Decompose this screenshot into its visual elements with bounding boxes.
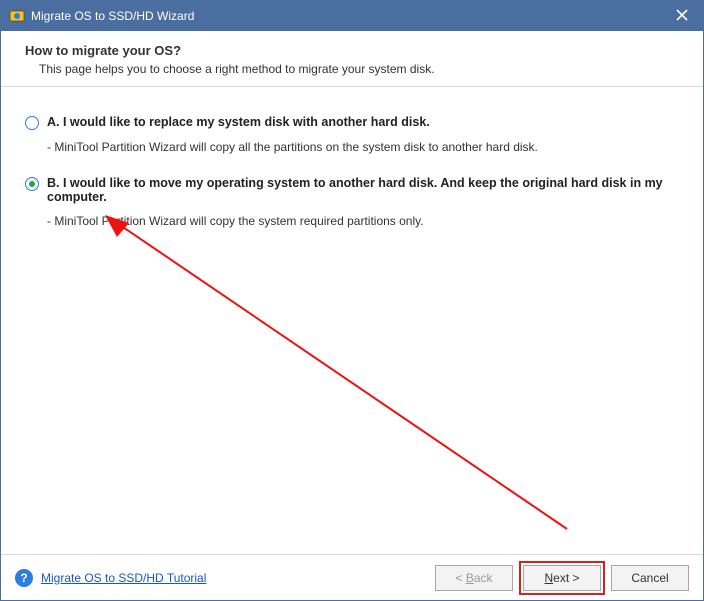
option-b-label: B. I would like to move my operating sys… — [47, 176, 679, 204]
titlebar: Migrate OS to SSD/HD Wizard — [1, 1, 703, 31]
wizard-window: Migrate OS to SSD/HD Wizard How to migra… — [0, 0, 704, 601]
cancel-button[interactable]: Cancel — [611, 565, 689, 591]
wizard-footer: ? Migrate OS to SSD/HD Tutorial < Back N… — [1, 554, 703, 600]
window-title: Migrate OS to SSD/HD Wizard — [31, 9, 669, 23]
wizard-header: How to migrate your OS? This page helps … — [1, 31, 703, 87]
option-a[interactable]: A. I would like to replace my system dis… — [25, 115, 679, 130]
option-b-desc: - MiniTool Partition Wizard will copy th… — [47, 214, 679, 228]
wizard-body: A. I would like to replace my system dis… — [1, 87, 703, 554]
app-icon — [9, 8, 25, 24]
annotation-arrow — [99, 209, 579, 542]
close-icon[interactable] — [669, 8, 695, 24]
help-icon[interactable]: ? — [15, 569, 33, 587]
page-title: How to migrate your OS? — [25, 43, 679, 58]
next-button[interactable]: Next > — [523, 565, 601, 591]
back-button: < Back — [435, 565, 513, 591]
option-b[interactable]: B. I would like to move my operating sys… — [25, 176, 679, 204]
next-button-highlight: Next > — [519, 561, 605, 595]
radio-a[interactable] — [25, 116, 39, 130]
option-a-desc: - MiniTool Partition Wizard will copy al… — [47, 140, 679, 154]
page-subtitle: This page helps you to choose a right me… — [25, 62, 679, 76]
option-a-label: A. I would like to replace my system dis… — [47, 115, 430, 129]
tutorial-link[interactable]: Migrate OS to SSD/HD Tutorial — [41, 571, 206, 585]
radio-b[interactable] — [25, 177, 39, 191]
